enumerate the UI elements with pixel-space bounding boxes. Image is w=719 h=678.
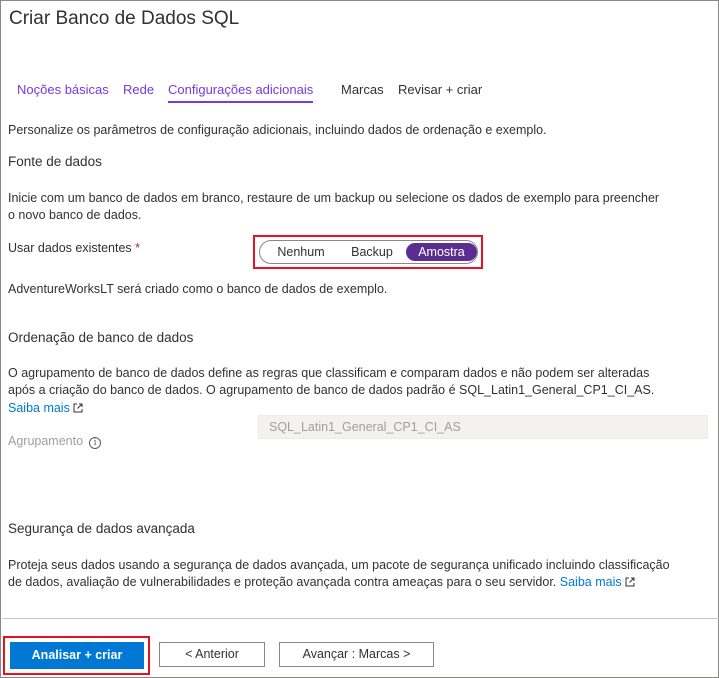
tab-basics[interactable]: Noções básicas	[17, 82, 109, 97]
external-link-icon	[73, 403, 83, 413]
collation-desc-line1: O agrupamento de banco de dados define a…	[8, 366, 650, 380]
option-none[interactable]: Nenhum	[268, 243, 334, 261]
datasource-desc-line1: Inicie com um banco de dados em branco, …	[8, 191, 660, 205]
required-asterisk: *	[135, 241, 141, 255]
info-icon[interactable]: i	[89, 437, 102, 449]
use-existing-data-toggle[interactable]: Nenhum Backup Amostra	[259, 240, 478, 264]
collation-learn-more-link[interactable]: Saiba mais	[8, 401, 70, 415]
tab-review-create[interactable]: Revisar + criar	[398, 82, 482, 97]
create-sql-database-blade: Criar Banco de Dados SQL Noções básicas …	[0, 0, 719, 678]
review-create-button[interactable]: Analisar + criar	[10, 642, 144, 669]
option-backup[interactable]: Backup	[342, 243, 402, 261]
security-learn-more-link[interactable]: Saiba mais	[560, 575, 622, 589]
use-existing-data-label: Usar dados existentes *	[8, 239, 140, 257]
tab-networking[interactable]: Rede	[123, 82, 154, 97]
previous-button[interactable]: < Anterior	[159, 642, 265, 667]
use-existing-data-label-text: Usar dados existentes	[8, 241, 132, 255]
security-desc-line2-row: de dados, avaliação de vulnerabilidades …	[8, 573, 635, 591]
footer-divider	[2, 618, 719, 619]
collation-field-label-text: Agrupamento	[8, 434, 84, 448]
datasource-desc-line2: o novo banco de dados.	[8, 208, 142, 222]
security-desc-line2: de dados, avaliação de vulnerabilidades …	[8, 575, 557, 589]
collation-field-label: Agrupamento i	[8, 432, 102, 450]
tab-tags[interactable]: Marcas	[341, 82, 384, 97]
page-title: Criar Banco de Dados SQL	[9, 8, 240, 29]
security-desc-line1: Proteja seus dados usando a segurança de…	[8, 558, 670, 572]
tab-additional-settings[interactable]: Configurações adicionais	[168, 82, 314, 103]
collation-learn-more[interactable]: Saiba mais	[8, 399, 83, 417]
collation-heading: Ordenação de banco de dados	[8, 330, 194, 345]
option-sample[interactable]: Amostra	[406, 243, 477, 261]
external-link-icon	[625, 577, 635, 587]
intro-text: Personalize os parâmetros de configuraçã…	[8, 123, 547, 137]
collation-input[interactable]: SQL_Latin1_General_CP1_CI_AS	[258, 415, 708, 439]
datasource-heading: Fonte de dados	[8, 154, 102, 169]
sample-note: AdventureWorksLT será criado como o banc…	[8, 282, 388, 296]
collation-desc-line2: após a criação do banco de dados. O agru…	[8, 383, 655, 397]
next-tags-button[interactable]: Avançar : Marcas >	[279, 642, 434, 667]
security-heading: Segurança de dados avançada	[8, 521, 195, 536]
